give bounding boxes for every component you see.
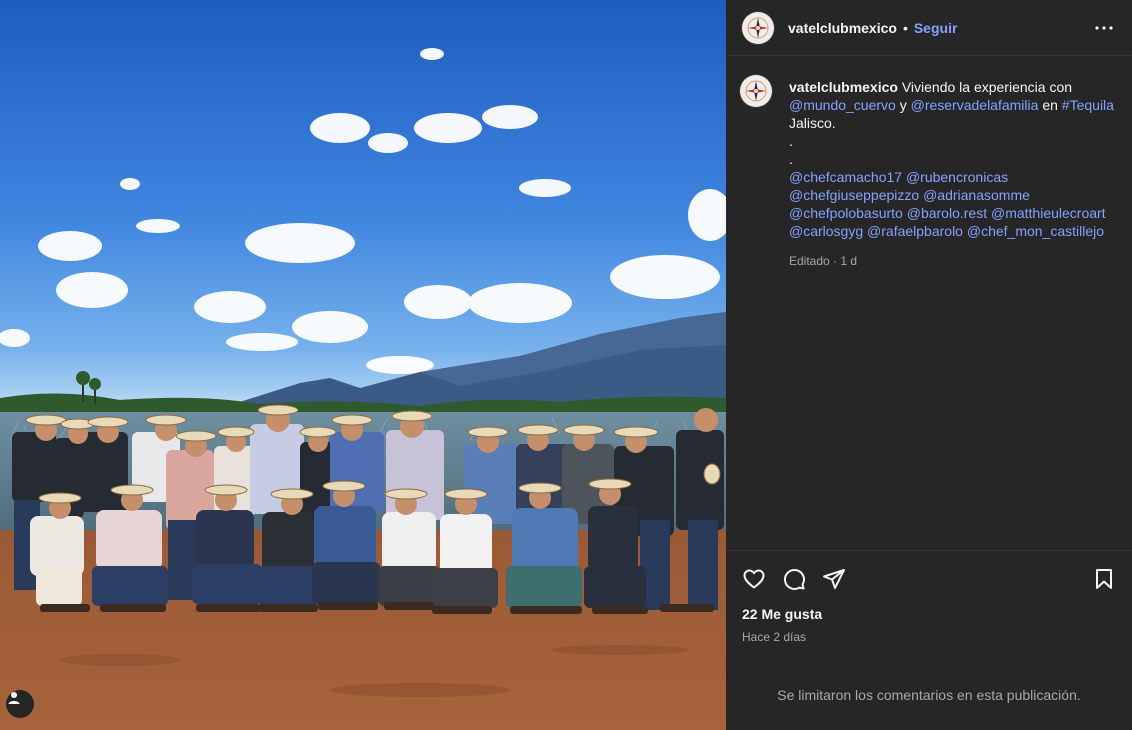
paper-plane-icon bbox=[823, 568, 845, 589]
caption-tags: @chefcamacho17 @rubencronicas @chefgiuse… bbox=[789, 168, 1114, 240]
caption-avatar[interactable] bbox=[740, 75, 772, 107]
tagged-people-button[interactable] bbox=[6, 690, 34, 718]
mention-link[interactable]: @adrianasomme bbox=[923, 187, 1030, 203]
hashtag-link[interactable]: #Tequila bbox=[1062, 97, 1114, 113]
bookmark-icon bbox=[1096, 568, 1112, 589]
caption-text-2: y bbox=[895, 97, 911, 113]
mention-link[interactable]: @barolo.rest bbox=[907, 205, 987, 221]
mention-link[interactable]: @chefpolobasurto bbox=[789, 205, 903, 221]
mention-link[interactable]: @rubencronicas bbox=[906, 169, 1008, 185]
caption-text: vatelclubmexico Viviendo la experiencia … bbox=[789, 78, 1114, 550]
comment-button[interactable] bbox=[782, 567, 806, 591]
mention-link[interactable]: @carlosgyg bbox=[789, 223, 863, 239]
mention-link[interactable]: @chefcamacho17 bbox=[789, 169, 902, 185]
mention-link[interactable]: @mundo_cuervo bbox=[789, 97, 896, 113]
clouds bbox=[0, 48, 726, 374]
header-username[interactable]: vatelclubmexico bbox=[788, 20, 897, 36]
like-button[interactable] bbox=[742, 567, 766, 591]
caption-dot: . bbox=[789, 151, 793, 167]
mention-link[interactable]: @chefgiuseppepizzo bbox=[789, 187, 919, 203]
caption-username[interactable]: vatelclubmexico bbox=[789, 79, 898, 95]
group-photo-illustration bbox=[0, 48, 726, 730]
compass-logo-icon bbox=[745, 80, 767, 102]
compass-logo-icon bbox=[747, 17, 769, 38]
post-side-panel: vatelclubmexico • Seguir vatelclubmexico… bbox=[726, 0, 1132, 730]
comments-limited-notice: Se limitaron los comentarios en esta pub… bbox=[777, 687, 1081, 703]
heart-icon bbox=[743, 569, 765, 588]
post-photo[interactable] bbox=[0, 0, 726, 730]
post-timestamp[interactable]: Hace 2 días bbox=[726, 630, 1132, 644]
caption-area: vatelclubmexico Viviendo la experiencia … bbox=[726, 56, 1132, 550]
caption-line-1: vatelclubmexico Viviendo la experiencia … bbox=[789, 78, 1114, 132]
caption-text-3: en bbox=[1038, 97, 1062, 113]
follow-button[interactable]: Seguir bbox=[914, 20, 958, 36]
more-horizontal-icon bbox=[1095, 25, 1113, 30]
comment-icon bbox=[783, 568, 805, 590]
header-separator: • bbox=[902, 19, 908, 36]
mention-link[interactable]: @rafaelpbarolo bbox=[867, 223, 963, 239]
mention-link[interactable]: @reservadelafamilia bbox=[911, 97, 1039, 113]
person-tag-icon bbox=[8, 692, 20, 704]
caption-text-1: Viviendo la experiencia con bbox=[897, 79, 1073, 95]
save-button[interactable] bbox=[1092, 567, 1116, 591]
caption-dot: . bbox=[789, 133, 793, 149]
caption-meta: Editado · 1 d bbox=[789, 254, 858, 268]
likes-count[interactable]: 22 Me gusta bbox=[726, 606, 1132, 622]
instagram-post: vatelclubmexico • Seguir vatelclubmexico… bbox=[0, 0, 1132, 730]
share-button[interactable] bbox=[822, 567, 846, 591]
mention-link[interactable]: @matthieulecroart bbox=[991, 205, 1106, 221]
more-options-button[interactable] bbox=[1092, 16, 1116, 40]
post-header: vatelclubmexico • Seguir bbox=[726, 0, 1132, 56]
action-bar bbox=[726, 550, 1132, 606]
caption-text-4: Jalisco. bbox=[789, 115, 836, 131]
avatar[interactable] bbox=[742, 11, 774, 44]
mention-link[interactable]: @chef_mon_castillejo bbox=[967, 223, 1104, 239]
